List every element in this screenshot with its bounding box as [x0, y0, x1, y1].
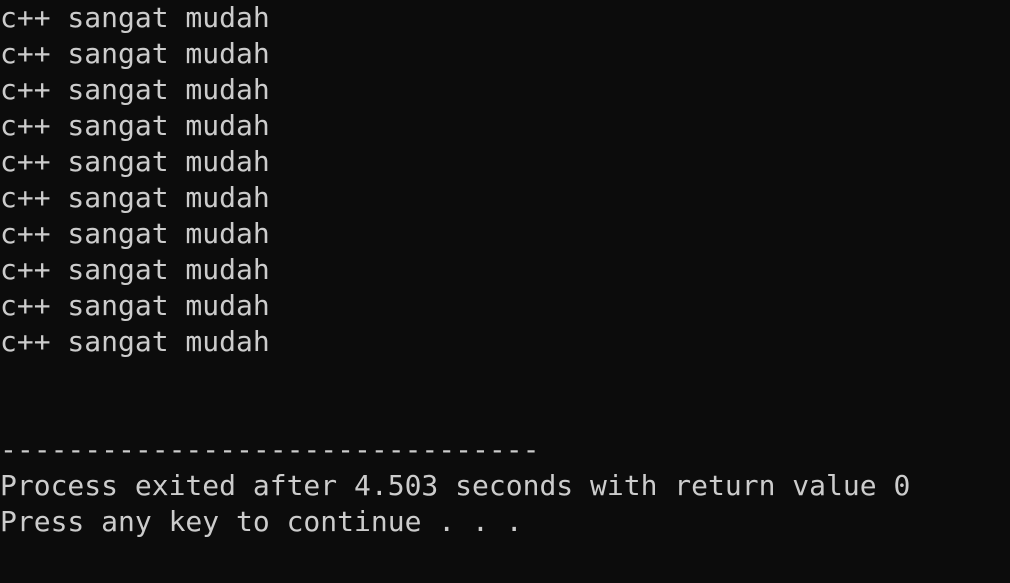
- output-line: c++ sangat mudah: [0, 325, 270, 358]
- output-line: c++ sangat mudah: [0, 253, 270, 286]
- exit-message: Process exited after 4.503 seconds with …: [0, 469, 911, 502]
- continue-prompt: Press any key to continue . . .: [0, 505, 523, 538]
- output-line: c++ sangat mudah: [0, 109, 270, 142]
- console-window[interactable]: c++ sangat mudah c++ sangat mudah c++ sa…: [0, 0, 1010, 583]
- output-line: c++ sangat mudah: [0, 217, 270, 250]
- output-line: c++ sangat mudah: [0, 37, 270, 70]
- output-line: c++ sangat mudah: [0, 289, 270, 322]
- output-line: c++ sangat mudah: [0, 1, 270, 34]
- output-line: c++ sangat mudah: [0, 145, 270, 178]
- output-line: c++ sangat mudah: [0, 73, 270, 106]
- output-line: c++ sangat mudah: [0, 181, 270, 214]
- separator-line: --------------------------------: [0, 433, 540, 466]
